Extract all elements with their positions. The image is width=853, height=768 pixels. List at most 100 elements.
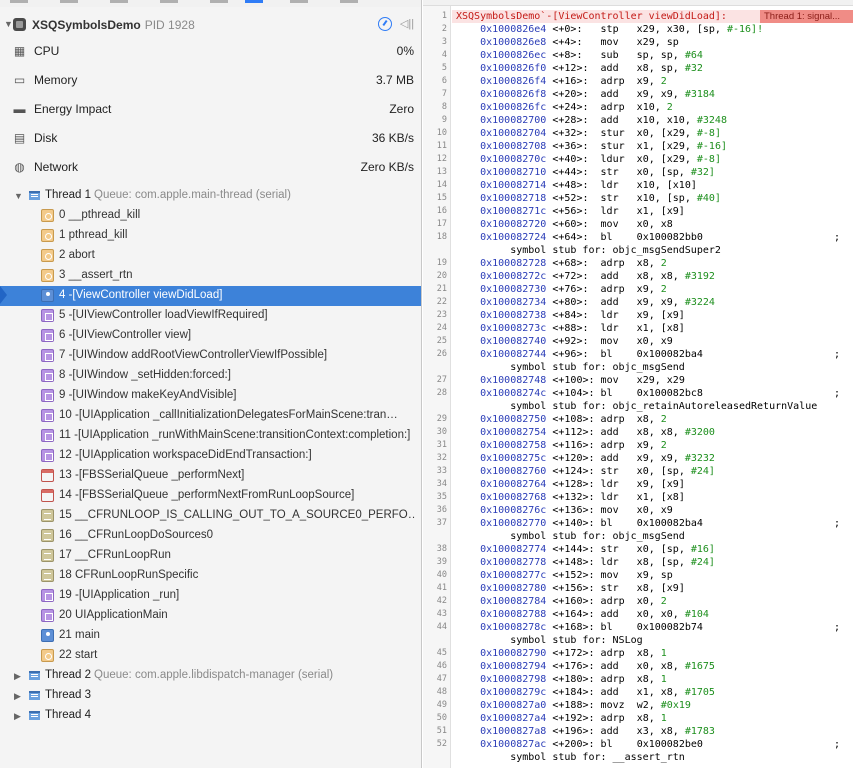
stack-frame-row[interactable]: 11 -[UIApplication _runWithMainScene:tra…	[0, 426, 421, 446]
stack-frame-row[interactable]: 1 pthread_kill	[0, 226, 421, 246]
instruction-literal: 2	[666, 102, 673, 113]
stack-frame-row[interactable]: 12 -[UIApplication workspaceDidEndTransa…	[0, 446, 421, 466]
instruction-offset: <+140>:	[552, 518, 595, 529]
instruction-line: 0x100082758 <+116>: adrp x9, 2	[456, 439, 667, 452]
instruction-literal: #-8]	[696, 128, 721, 139]
instruction-line: 0x100082788 <+164>: add x0, x0, #104	[456, 608, 709, 621]
symbol-stub-text: symbol stub for: objc_msgSend	[510, 531, 685, 542]
stack-frame-row[interactable]: 4 -[ViewController viewDidLoad]	[0, 286, 421, 306]
stack-frame-row[interactable]: 21 main	[0, 626, 421, 646]
stack-frame-row[interactable]: 20 UIApplicationMain	[0, 606, 421, 626]
stack-frame-row[interactable]: 17 __CFRunLoopRun	[0, 546, 421, 566]
line-number: 51	[436, 726, 447, 736]
frame-label: 21 main	[59, 629, 100, 641]
stack-frame-row[interactable]: 9 -[UIWindow makeKeyAndVisible]	[0, 386, 421, 406]
stack-frame-row[interactable]: 2 abort	[0, 246, 421, 266]
stack-frame-row[interactable]: 15 __CFRUNLOOP_IS_CALLING_OUT_TO_A_SOURC…	[0, 506, 421, 526]
gauge-cpu[interactable]: ▦ CPU 0%	[0, 37, 421, 66]
debug-navigator-tab-icon[interactable]	[245, 0, 263, 3]
stack-frame-row[interactable]: 3 __assert_rtn	[0, 266, 421, 286]
symbol-stub-text: symbol stub for: NSLog	[510, 635, 643, 646]
line-number: 24	[436, 323, 447, 333]
instruction-offset: <+144>:	[552, 544, 595, 555]
stack-frame-row[interactable]: 19 -[UIApplication _run]	[0, 586, 421, 606]
instruction-offset: <+152>:	[552, 570, 595, 581]
instruction-offset: <+100>:	[552, 375, 595, 386]
instruction-opcode: adrp	[600, 76, 625, 87]
instruction-address: 0x100082740	[480, 336, 547, 347]
line-number: 17	[436, 219, 447, 229]
frame-ui-icon	[41, 409, 54, 422]
stack-frame-row[interactable]: 7 -[UIWindow addRootViewControllerViewIf…	[0, 346, 421, 366]
stack-frame-row[interactable]: 16 __CFRunLoopDoSources0	[0, 526, 421, 546]
stack-frame-row[interactable]: 22 start	[0, 646, 421, 666]
instruction-offset: <+180>:	[552, 674, 595, 685]
navigator-tab-icon[interactable]	[290, 0, 308, 3]
gauge-icon[interactable]	[378, 17, 392, 31]
instruction-address: 0x100082710	[480, 167, 547, 178]
frame-label: 0 __pthread_kill	[59, 209, 141, 221]
instruction-opcode: ldr	[600, 206, 619, 217]
thread-row[interactable]: ▶ Thread 4	[0, 706, 421, 726]
navigator-tab-icon[interactable]	[110, 0, 128, 3]
instruction-address: 0x100082768	[480, 492, 547, 503]
thread-row[interactable]: ▶ Thread 3	[0, 686, 421, 706]
frame-label: 19 -[UIApplication _run]	[59, 589, 180, 601]
stack-frame-row[interactable]: 5 -[UIViewController loadViewIfRequired]	[0, 306, 421, 326]
line-number-gutter[interactable]: 2 3 4 5 6 7 8 9 10 11 12 13 14 15 16 17 18 19 20 21 22 23 24 25…	[423, 6, 451, 768]
instruction-operands: x1, [x29,	[636, 141, 697, 152]
gauge-value: 36 KB/s	[371, 131, 414, 145]
thread-row[interactable]: ▶ Thread 2 Queue: com.apple.libdispatch-ma…	[0, 666, 421, 686]
stack-frame-row[interactable]: 14 -[FBSSerialQueue _performNextFromRunL…	[0, 486, 421, 506]
instruction-address: 0x10008272c	[480, 271, 547, 282]
frame-label: 6 -[UIViewController view]	[59, 329, 192, 341]
stack-frame-row[interactable]: 0 __pthread_kill	[0, 206, 421, 226]
instruction-offset: <+8>:	[552, 50, 583, 61]
disclosure-triangle-icon[interactable]: ▶	[14, 671, 21, 682]
thread-row[interactable]: ▼ Thread 1 Queue: com.apple.main-thread (s…	[0, 186, 421, 206]
instruction-operands: x0, [sp,	[636, 167, 691, 178]
navigator-tab-icon[interactable]	[10, 0, 28, 3]
instruction-offset: <+188>:	[552, 700, 595, 711]
instruction-offset: <+72>:	[552, 271, 589, 282]
selection-arrow-icon	[0, 286, 7, 304]
disclosure-triangle-icon[interactable]: ▶	[14, 691, 21, 702]
disclosure-triangle-icon[interactable]: ▼	[14, 191, 23, 201]
stack-frame-row[interactable]: 10 -[UIApplication _callInitializationDe…	[0, 406, 421, 426]
stack-frame-row[interactable]: 6 -[UIViewController view]	[0, 326, 421, 346]
frame-sys-icon	[41, 249, 54, 262]
instruction-opcode: adrp	[600, 414, 625, 425]
instruction-address: 0x10008276c	[480, 505, 547, 516]
gauge-network[interactable]: ◍ Network Zero KB/s	[0, 153, 421, 182]
instruction-offset: <+52>:	[552, 193, 589, 204]
instruction-literal: #3192	[684, 271, 715, 282]
stack-frame-row[interactable]: 18 CFRunLoopRunSpecific	[0, 566, 421, 586]
instruction-operands: x0, [x29,	[636, 128, 697, 139]
frame-label: 12 -[UIApplication workspaceDidEndTransa…	[59, 449, 312, 461]
thread-icon	[29, 671, 40, 680]
pause-resume-icon[interactable]: ◁||	[399, 17, 415, 31]
instruction-literal: #32	[684, 63, 703, 74]
instruction-literal: 2	[660, 258, 667, 269]
frame-label: 20 UIApplicationMain	[59, 609, 168, 621]
frame-ui-icon	[41, 389, 54, 402]
crash-signal-badge[interactable]: Thread 1: signal...	[760, 10, 853, 23]
instruction-offset: <+0>:	[552, 24, 583, 35]
stack-frame-row[interactable]: 8 -[UIWindow _setHidden:forced:]	[0, 366, 421, 386]
gauge-memory[interactable]: ▭ Memory 3.7 MB	[0, 66, 421, 95]
navigator-tab-icon[interactable]	[340, 0, 358, 3]
disclosure-triangle-icon[interactable]: ▶	[14, 711, 21, 722]
gauge-energy-impact[interactable]: ▬ Energy Impact Zero	[0, 95, 421, 124]
navigator-tab-icon[interactable]	[210, 0, 228, 3]
network-icon: ◍	[14, 160, 25, 174]
instruction-offset: <+128>:	[552, 479, 595, 490]
navigator-tab-icon[interactable]	[60, 0, 78, 3]
process-row[interactable]: ▼ XSQSymbolsDemo PID 1928 ◁||	[0, 12, 421, 36]
instruction-literal: #3184	[684, 89, 715, 100]
stack-frame-row[interactable]: 13 -[FBSSerialQueue _performNext]	[0, 466, 421, 486]
disassembly-editor[interactable]: 2 3 4 5 6 7 8 9 10 11 12 13 14 15 16 17 18 19 20 21 22 23 24 25…	[423, 0, 853, 768]
frame-cf-icon	[41, 569, 54, 582]
navigator-tab-icon[interactable]	[160, 0, 178, 3]
gauge-disk[interactable]: ▤ Disk 36 KB/s	[0, 124, 421, 153]
frame-label: 17 __CFRunLoopRun	[59, 549, 171, 561]
